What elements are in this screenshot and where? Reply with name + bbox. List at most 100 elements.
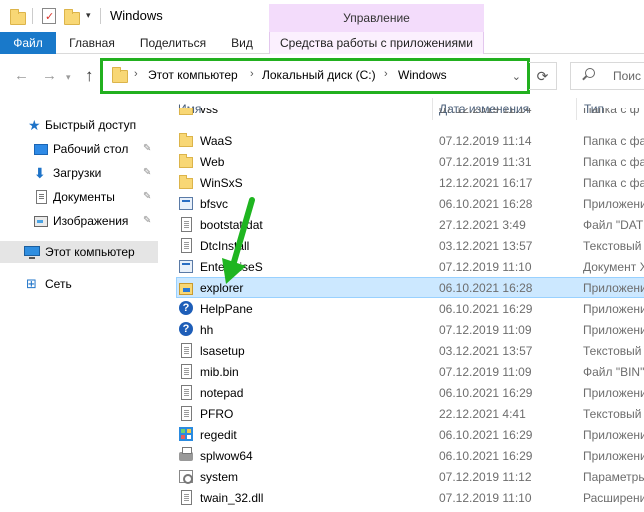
nav-item-documents[interactable]: Документы ✎ — [0, 186, 158, 208]
star-icon: ★ — [28, 117, 41, 133]
folder-icon — [179, 175, 193, 189]
refresh-button[interactable]: ⟳ — [529, 62, 557, 90]
pin-icon[interactable]: ✎ — [143, 215, 151, 226]
file-type: Текстовый — [583, 344, 642, 358]
table-row[interactable]: mib.bin 07.12.2019 11:09 Файл "BIN" — [176, 361, 644, 382]
nav-label: Этот компьютер — [45, 245, 135, 259]
table-row[interactable]: EnterpriseS 07.12.2019 11:10 Документ X — [176, 256, 644, 277]
file-type: Текстовый — [583, 239, 642, 253]
nav-label: Документы — [53, 190, 115, 204]
ribbon-tabs: Файл Главная Поделиться Вид Средства раб… — [0, 32, 644, 54]
table-row[interactable]: DtcInstall 03.12.2021 13:57 Текстовый — [176, 235, 644, 256]
file-date: 06.10.2021 16:28 — [439, 281, 533, 295]
folder-icon — [179, 108, 193, 115]
file-date: 07.12.2019 11:14 — [439, 134, 532, 148]
file-date: 07.12.2019 11:14 — [439, 108, 532, 116]
download-icon: ⬇ — [34, 165, 46, 181]
table-row[interactable]: notepad 06.10.2021 16:29 Приложени — [176, 382, 644, 403]
table-row[interactable]: WaaS 07.12.2019 11:14 Папка с фа — [176, 130, 644, 151]
chevron-right-icon[interactable]: › — [384, 68, 388, 80]
table-row[interactable]: bfsvc 06.10.2021 16:28 Приложени — [176, 193, 644, 214]
file-name: Web — [200, 155, 225, 169]
tab-file[interactable]: Файл — [0, 32, 56, 54]
file-date: 22.12.2021 4:41 — [439, 407, 526, 421]
table-row[interactable]: lsasetup 03.12.2021 13:57 Текстовый — [176, 340, 644, 361]
forward-arrow-icon[interactable]: → — [42, 68, 57, 83]
nav-label: Быстрый доступ — [45, 118, 137, 132]
table-row[interactable]: Web 07.12.2019 11:31 Папка с фа — [176, 151, 644, 172]
nav-item-this-pc[interactable]: Этот компьютер — [0, 241, 158, 263]
back-arrow-icon[interactable]: ← — [14, 68, 29, 83]
file-name: bfsvc — [200, 197, 229, 211]
breadcrumb-local-disk[interactable]: Локальный диск (C:) — [262, 68, 376, 82]
table-row[interactable]: splwow64 06.10.2021 16:29 Приложени — [176, 445, 644, 466]
up-arrow-icon[interactable]: ↑ — [85, 67, 94, 84]
ribbon-context-group: Управление — [269, 4, 484, 32]
file-type: Текстовый — [583, 407, 642, 421]
context-group-label: Управление — [343, 11, 410, 25]
tab-application-tools[interactable]: Средства работы с приложениями — [269, 32, 484, 54]
navigation-pane: ★ Быстрый доступ Рабочий стол ✎ ⬇ Загруз… — [0, 98, 160, 512]
file-date: 06.10.2021 16:29 — [439, 428, 533, 442]
address-bar[interactable]: › Этот компьютер › Локальный диск (C:) ›… — [100, 58, 530, 94]
chevron-right-icon[interactable]: › — [134, 68, 138, 80]
tab-home[interactable]: Главная — [62, 32, 122, 54]
table-row[interactable]: ? hh 07.12.2019 11:09 Приложени — [176, 319, 644, 340]
pin-icon[interactable]: ✎ — [143, 167, 151, 178]
file-type: Документ X — [583, 260, 644, 274]
table-row-selected[interactable]: explorer 06.10.2021 16:28 Приложени — [176, 277, 644, 298]
tab-share[interactable]: Поделиться — [132, 32, 214, 54]
breadcrumb-windows[interactable]: Windows — [398, 68, 447, 82]
file-date: 03.12.2021 13:57 — [439, 239, 533, 253]
file-name: mib.bin — [200, 365, 239, 379]
table-row[interactable]: bootstat.dat 27.12.2021 3:49 Файл "DAT — [176, 214, 644, 235]
file-icon — [181, 343, 192, 358]
file-type: Приложени — [583, 428, 644, 442]
customize-quick-access-icon[interactable]: ▾ — [86, 10, 91, 21]
desktop-icon — [34, 144, 48, 155]
file-name: regedit — [200, 428, 237, 442]
file-date: 12.12.2021 16:17 — [439, 176, 533, 190]
table-row[interactable]: PFRO 22.12.2021 4:41 Текстовый — [176, 403, 644, 424]
settings-icon — [179, 470, 193, 484]
recent-locations-icon[interactable]: ▾ — [66, 70, 71, 85]
pin-icon[interactable]: ✎ — [143, 143, 151, 154]
network-icon: ⊞ — [26, 276, 37, 291]
help-icon: ? — [179, 301, 193, 315]
nav-item-desktop[interactable]: Рабочий стол ✎ — [0, 138, 158, 160]
refresh-icon: ⟳ — [536, 68, 549, 84]
file-name: bootstat.dat — [200, 218, 263, 232]
file-type: Папка с ф — [583, 108, 640, 116]
file-type: Приложени — [583, 281, 644, 295]
nav-item-downloads[interactable]: ⬇ Загрузки ✎ — [0, 162, 158, 184]
table-row[interactable]: twain_32.dll 07.12.2019 11:10 Расширени — [176, 487, 644, 508]
file-name: splwow64 — [200, 449, 253, 463]
chevron-right-icon[interactable]: › — [250, 68, 254, 80]
file-icon — [181, 238, 192, 253]
table-row[interactable]: ? HelpPane 06.10.2021 16:29 Приложени — [176, 298, 644, 319]
properties-icon[interactable]: ✓ — [42, 8, 56, 24]
file-type: Приложени — [583, 449, 644, 463]
document-icon — [36, 190, 47, 204]
file-date: 07.12.2019 11:10 — [439, 260, 532, 274]
nav-item-network[interactable]: ⊞ Сеть — [0, 273, 158, 295]
address-dropdown-icon[interactable]: ⌄ — [512, 70, 521, 83]
pin-icon[interactable]: ✎ — [143, 191, 151, 202]
file-type: Папка с фа — [583, 134, 644, 148]
table-row[interactable]: vss 07.12.2019 11:14 Папка с ф — [176, 108, 644, 120]
file-name: explorer — [200, 281, 244, 295]
nav-item-quick-access[interactable]: ★ Быстрый доступ — [0, 114, 158, 136]
table-row[interactable]: system 07.12.2019 11:12 Параметры — [176, 466, 644, 487]
tab-view[interactable]: Вид — [224, 32, 260, 54]
folder-icon — [179, 154, 193, 168]
breadcrumb-this-pc[interactable]: Этот компьютер — [148, 68, 238, 82]
file-name: EnterpriseS — [200, 260, 263, 274]
table-row[interactable]: regedit 06.10.2021 16:29 Приложени — [176, 424, 644, 445]
search-input[interactable]: Поис — [570, 62, 644, 90]
file-type: Файл "BIN" — [583, 365, 644, 379]
nav-item-pictures[interactable]: Изображения ✎ — [0, 210, 158, 232]
table-row[interactable]: WinSxS 12.12.2021 16:17 Папка с фа — [176, 172, 644, 193]
nav-label: Рабочий стол — [53, 142, 129, 156]
file-date: 07.12.2019 11:09 — [439, 323, 532, 337]
file-type: Папка с фа — [583, 176, 644, 190]
